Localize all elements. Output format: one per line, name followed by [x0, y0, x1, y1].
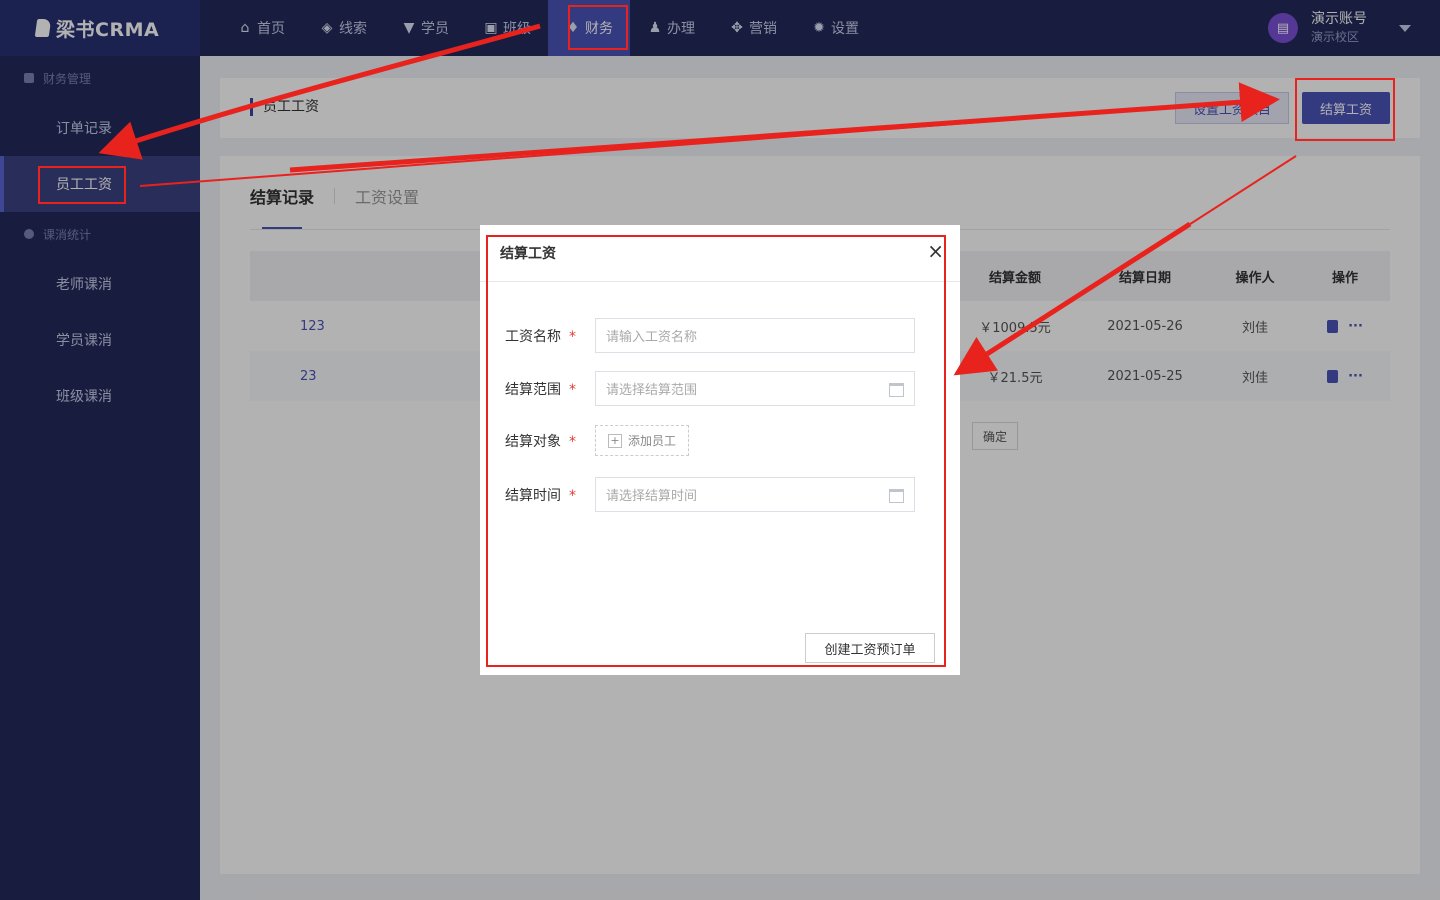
annotation-box-salary — [38, 166, 126, 204]
annotation-box-dialog — [486, 235, 946, 667]
annotation-box-finance — [568, 5, 628, 50]
annotation-box-settle — [1295, 78, 1395, 141]
